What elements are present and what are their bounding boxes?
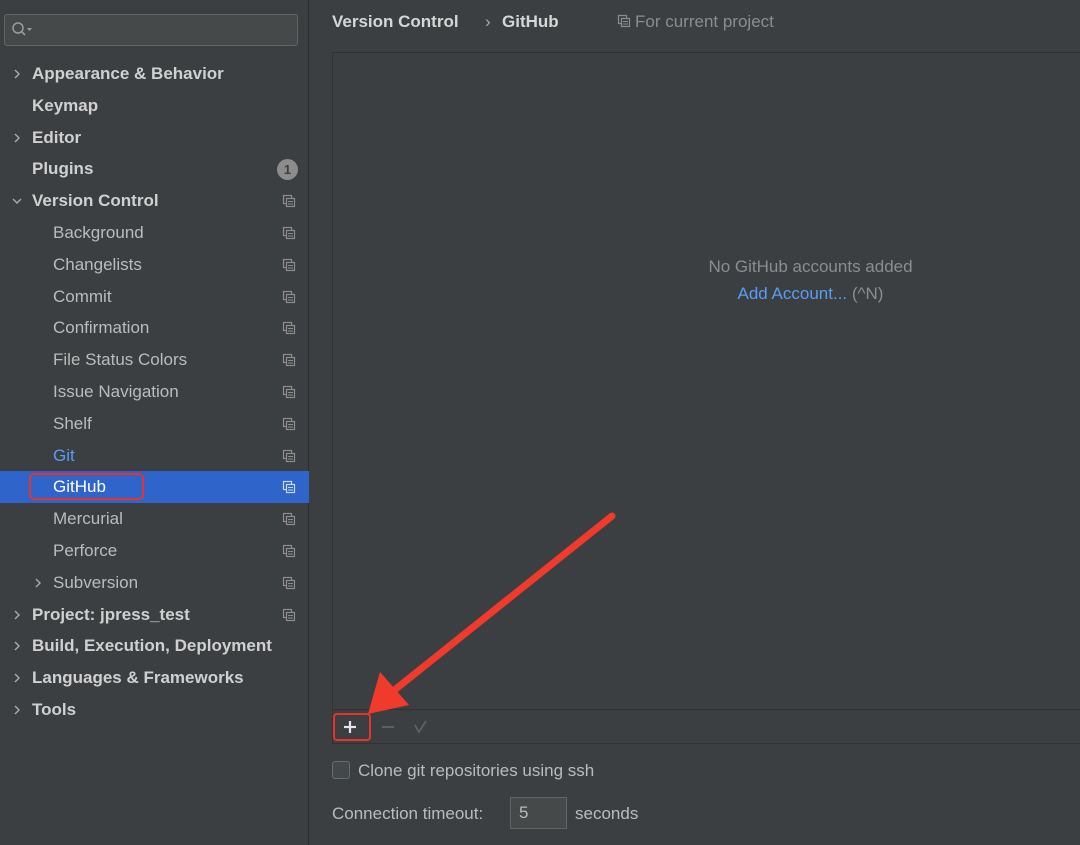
project-scope-icon bbox=[282, 417, 296, 430]
search-icon[interactable] bbox=[11, 21, 33, 39]
sidebar-item-file-status-colors[interactable]: File Status Colors bbox=[0, 344, 309, 376]
sidebar-item-project-jpress-test[interactable]: Project: jpress_test bbox=[0, 599, 309, 631]
sidebar-item-plugins[interactable]: Plugins 1 bbox=[0, 153, 309, 185]
project-scope-icon bbox=[282, 195, 296, 208]
project-scope-icon bbox=[282, 513, 296, 526]
sidebar-item-mercurial[interactable]: Mercurial bbox=[0, 503, 309, 535]
scope-indicator: For current project bbox=[617, 12, 774, 32]
project-scope-icon bbox=[282, 258, 296, 271]
sidebar-item-label: Shelf bbox=[53, 413, 92, 433]
breadcrumb-current: GitHub bbox=[502, 12, 559, 31]
sidebar-item-label: Mercurial bbox=[53, 509, 123, 529]
settings-tree: Appearance & Behavior Keymap Editor Plugins… bbox=[0, 58, 309, 726]
timeout-label: Connection timeout: bbox=[332, 804, 484, 823]
sidebar-item-changelists[interactable]: Changelists bbox=[0, 249, 309, 281]
settings-search-box[interactable] bbox=[4, 14, 298, 46]
chevron-right-icon[interactable] bbox=[11, 68, 23, 80]
project-scope-icon bbox=[282, 354, 296, 367]
settings-content: Version Control › GitHub For current pro… bbox=[310, 0, 1080, 845]
chevron-down-icon[interactable] bbox=[11, 195, 23, 207]
project-scope-icon bbox=[282, 481, 296, 494]
chevron-right-icon[interactable] bbox=[11, 640, 23, 652]
add-account-button[interactable] bbox=[335, 713, 365, 741]
sidebar-item-label: Background bbox=[53, 222, 144, 242]
sidebar-item-label: File Status Colors bbox=[53, 350, 188, 370]
timeout-input[interactable] bbox=[510, 797, 567, 829]
chevron-right-icon[interactable] bbox=[11, 672, 23, 684]
sidebar-item-label: Plugins bbox=[32, 159, 94, 179]
project-scope-icon bbox=[282, 576, 296, 589]
sidebar-item-editor[interactable]: Editor bbox=[0, 122, 309, 154]
sidebar-item-label: Languages & Frameworks bbox=[32, 668, 244, 688]
project-scope-icon bbox=[282, 449, 296, 462]
sidebar-item-confirmation[interactable]: Confirmation bbox=[0, 312, 309, 344]
timeout-unit-label: seconds bbox=[575, 804, 639, 823]
sidebar-item-label: Issue Navigation bbox=[53, 381, 179, 401]
chevron-right-icon[interactable] bbox=[32, 577, 44, 589]
chevron-right-icon[interactable] bbox=[11, 704, 23, 716]
sidebar-item-perforce[interactable]: Perforce bbox=[0, 535, 309, 567]
sidebar-item-subversion[interactable]: Subversion bbox=[0, 567, 309, 599]
project-scope-icon bbox=[617, 14, 631, 28]
sidebar-item-shelf[interactable]: Shelf bbox=[0, 408, 309, 440]
sidebar-item-background[interactable]: Background bbox=[0, 217, 309, 249]
empty-accounts-text: No GitHub accounts added bbox=[708, 257, 913, 276]
add-account-link[interactable]: Add Account... bbox=[738, 284, 848, 303]
project-scope-icon bbox=[282, 322, 296, 335]
clone-ssh-label[interactable]: Clone git repositories using ssh bbox=[358, 761, 594, 781]
sidebar-item-label: Subversion bbox=[53, 572, 139, 592]
set-default-account-button[interactable] bbox=[406, 713, 436, 741]
sidebar-item-issue-navigation[interactable]: Issue Navigation bbox=[0, 376, 309, 408]
breadcrumb-parent[interactable]: Version Control bbox=[332, 12, 459, 32]
selection-highlight bbox=[29, 473, 144, 501]
sidebar-item-label: Editor bbox=[32, 127, 82, 147]
sidebar-item-label: Git bbox=[53, 445, 75, 465]
sidebar-item-commit[interactable]: Commit bbox=[0, 281, 309, 313]
sidebar-item-build-execution-deployment[interactable]: Build, Execution, Deployment bbox=[0, 630, 309, 662]
sidebar-item-label: Confirmation bbox=[53, 318, 150, 338]
sidebar-item-version-control[interactable]: Version Control bbox=[0, 185, 309, 217]
sidebar-item-label: Tools bbox=[32, 699, 77, 719]
updates-badge: 1 bbox=[277, 159, 298, 181]
sidebar-item-appearance-behavior[interactable]: Appearance & Behavior bbox=[0, 58, 309, 90]
sidebar-item-github[interactable]: GitHub bbox=[0, 471, 309, 504]
github-accounts-list[interactable]: No GitHub accounts added Add Account... … bbox=[332, 52, 1080, 710]
project-scope-icon bbox=[282, 544, 296, 558]
clone-ssh-checkbox[interactable] bbox=[332, 761, 350, 779]
add-account-shortcut: (^N) bbox=[851, 284, 884, 303]
sidebar-item-label: Version Control bbox=[32, 191, 159, 211]
project-scope-icon bbox=[282, 226, 296, 240]
accounts-toolbar bbox=[332, 710, 1080, 744]
project-scope-icon bbox=[282, 290, 296, 303]
breadcrumb-separator: › bbox=[485, 12, 491, 31]
settings-search-input[interactable] bbox=[35, 17, 293, 43]
sidebar-item-label: Project: jpress_test bbox=[32, 604, 190, 624]
chevron-right-icon[interactable] bbox=[11, 609, 23, 621]
sidebar-item-languages-frameworks[interactable]: Languages & Frameworks bbox=[0, 662, 309, 694]
project-scope-icon bbox=[282, 385, 296, 399]
sidebar-item-label: Keymap bbox=[32, 95, 99, 115]
sidebar-item-git[interactable]: Git bbox=[0, 440, 309, 472]
remove-account-button[interactable] bbox=[373, 713, 403, 741]
sidebar-item-label: Build, Execution, Deployment bbox=[32, 636, 272, 656]
add-account-line: Add Account... (^N) bbox=[333, 284, 1080, 304]
settings-sidebar: Appearance & Behavior Keymap Editor Plugins… bbox=[0, 0, 309, 845]
sidebar-item-label: Commit bbox=[53, 286, 112, 306]
sidebar-item-keymap[interactable]: Keymap bbox=[0, 90, 309, 122]
project-scope-icon bbox=[282, 608, 296, 621]
chevron-right-icon[interactable] bbox=[11, 132, 23, 144]
scope-label: For current project bbox=[635, 12, 774, 31]
sidebar-item-label: Perforce bbox=[53, 540, 118, 560]
sidebar-item-label: Appearance & Behavior bbox=[32, 64, 224, 83]
sidebar-item-tools[interactable]: Tools bbox=[0, 694, 309, 726]
sidebar-item-label: Changelists bbox=[53, 254, 142, 274]
